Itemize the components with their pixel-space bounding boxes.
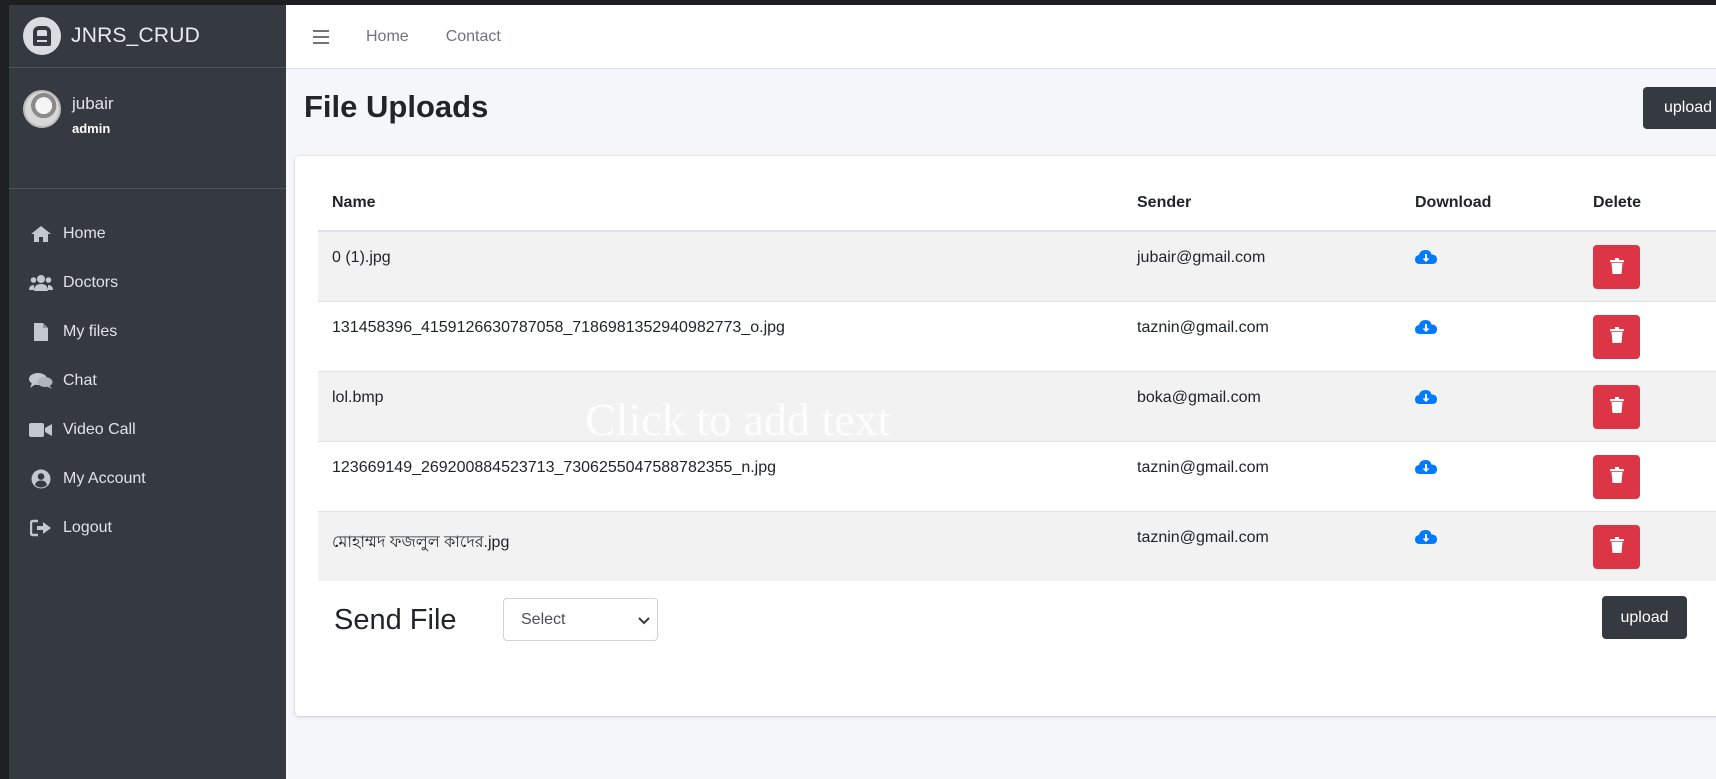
cloud-download-icon[interactable] — [1415, 319, 1437, 340]
user-circle-icon — [29, 468, 53, 490]
user-name[interactable]: jubair — [72, 94, 114, 114]
file-uploads-card: Name Sender Download Delete 0 (1).jpg ju… — [295, 156, 1716, 716]
video-icon — [29, 419, 53, 441]
chat-icon — [29, 370, 53, 392]
file-sender: taznin@gmail.com — [1123, 510, 1401, 581]
table-header-row: Name Sender Download Delete — [318, 176, 1716, 232]
avatar[interactable] — [23, 90, 61, 128]
recipient-select[interactable]: Select — [503, 598, 658, 641]
logout-icon — [29, 517, 53, 539]
table-row: 123669149_269200884523713_73062550475887… — [318, 440, 1716, 511]
sidebar-nav: Home Doctors My files Chat Video Call My… — [9, 189, 286, 552]
sidebar-item-my-files[interactable]: My files — [9, 307, 286, 356]
file-icon — [29, 321, 53, 343]
trash-icon — [1609, 467, 1624, 486]
sidebar-item-home[interactable]: Home — [9, 209, 286, 258]
table-row: 131458396_4159126630787058_7186981352940… — [318, 300, 1716, 371]
sidebar-item-label: My Account — [63, 469, 146, 487]
brand-title: JNRS_CRUD — [71, 24, 200, 47]
sidebar-item-video-call[interactable]: Video Call — [9, 405, 286, 454]
trash-icon — [1609, 397, 1624, 416]
table-row: lol.bmp boka@gmail.com — [318, 370, 1716, 441]
main-content: File Uploads upload Name Sender Download… — [286, 69, 1716, 779]
file-name: 131458396_4159126630787058_7186981352940… — [318, 300, 1123, 371]
sidebar-item-label: Video Call — [63, 420, 136, 438]
home-icon — [29, 223, 53, 245]
cloud-download-icon[interactable] — [1415, 249, 1437, 270]
users-icon — [29, 272, 53, 294]
send-file-label: Send File — [334, 604, 457, 636]
sidebar-item-doctors[interactable]: Doctors — [9, 258, 286, 307]
cloud-download-icon[interactable] — [1415, 529, 1437, 550]
delete-button[interactable] — [1593, 314, 1640, 359]
column-header-delete: Delete — [1579, 176, 1716, 232]
brand[interactable]: JNRS_CRUD — [9, 5, 286, 68]
sidebar-item-label: My files — [63, 322, 118, 340]
sidebar: JNRS_CRUD jubair admin Home Doctors My f… — [9, 5, 286, 779]
trash-icon — [1609, 537, 1624, 556]
delete-button[interactable] — [1593, 524, 1640, 569]
delete-button[interactable] — [1593, 454, 1640, 499]
files-table: Name Sender Download Delete 0 (1).jpg ju… — [318, 176, 1716, 581]
sidebar-item-logout[interactable]: Logout — [9, 503, 286, 552]
brand-logo — [23, 17, 61, 55]
column-header-sender: Sender — [1123, 176, 1401, 232]
column-header-download: Download — [1401, 176, 1579, 232]
nav-link-contact[interactable]: Contact — [446, 28, 501, 46]
sidebar-item-label: Home — [63, 224, 106, 242]
sidebar-item-label: Doctors — [63, 273, 119, 291]
select-value: Select — [521, 610, 566, 628]
column-header-name: Name — [318, 176, 1123, 232]
top-navbar: Home Contact — [286, 5, 1716, 69]
sidebar-item-label: Chat — [63, 371, 97, 389]
file-name: 0 (1).jpg — [318, 230, 1123, 301]
cloud-download-icon[interactable] — [1415, 459, 1437, 480]
sidebar-item-chat[interactable]: Chat — [9, 356, 286, 405]
trash-icon — [1609, 327, 1624, 346]
file-sender: boka@gmail.com — [1123, 370, 1401, 441]
table-row: মোহাম্মদ ফজলুল কাদের.jpg taznin@gmail.co… — [318, 510, 1716, 581]
chevron-down-icon — [638, 612, 650, 630]
nav-link-home[interactable]: Home — [366, 28, 409, 46]
user-role: admin — [72, 121, 111, 136]
page-title: File Uploads — [304, 89, 489, 124]
file-name: lol.bmp — [318, 370, 1123, 441]
sidebar-item-label: Logout — [63, 518, 112, 536]
header-upload-button[interactable]: upload — [1643, 87, 1716, 129]
send-upload-button[interactable]: upload — [1602, 596, 1687, 639]
hamburger-menu-icon[interactable] — [313, 29, 329, 44]
delete-button[interactable] — [1593, 384, 1640, 429]
file-sender: taznin@gmail.com — [1123, 440, 1401, 511]
file-name: মোহাম্মদ ফজলুল কাদের.jpg — [318, 510, 1123, 581]
delete-button[interactable] — [1593, 245, 1640, 289]
sidebar-item-my-account[interactable]: My Account — [9, 454, 286, 503]
file-sender: taznin@gmail.com — [1123, 300, 1401, 371]
send-file-row: Send File Select upload — [322, 596, 1716, 642]
user-panel: jubair admin — [9, 68, 286, 189]
file-sender: jubair@gmail.com — [1123, 230, 1401, 301]
cloud-download-icon[interactable] — [1415, 389, 1437, 410]
file-name: 123669149_269200884523713_73062550475887… — [318, 440, 1123, 511]
table-row: 0 (1).jpg jubair@gmail.com — [318, 230, 1716, 301]
trash-icon — [1609, 257, 1624, 277]
